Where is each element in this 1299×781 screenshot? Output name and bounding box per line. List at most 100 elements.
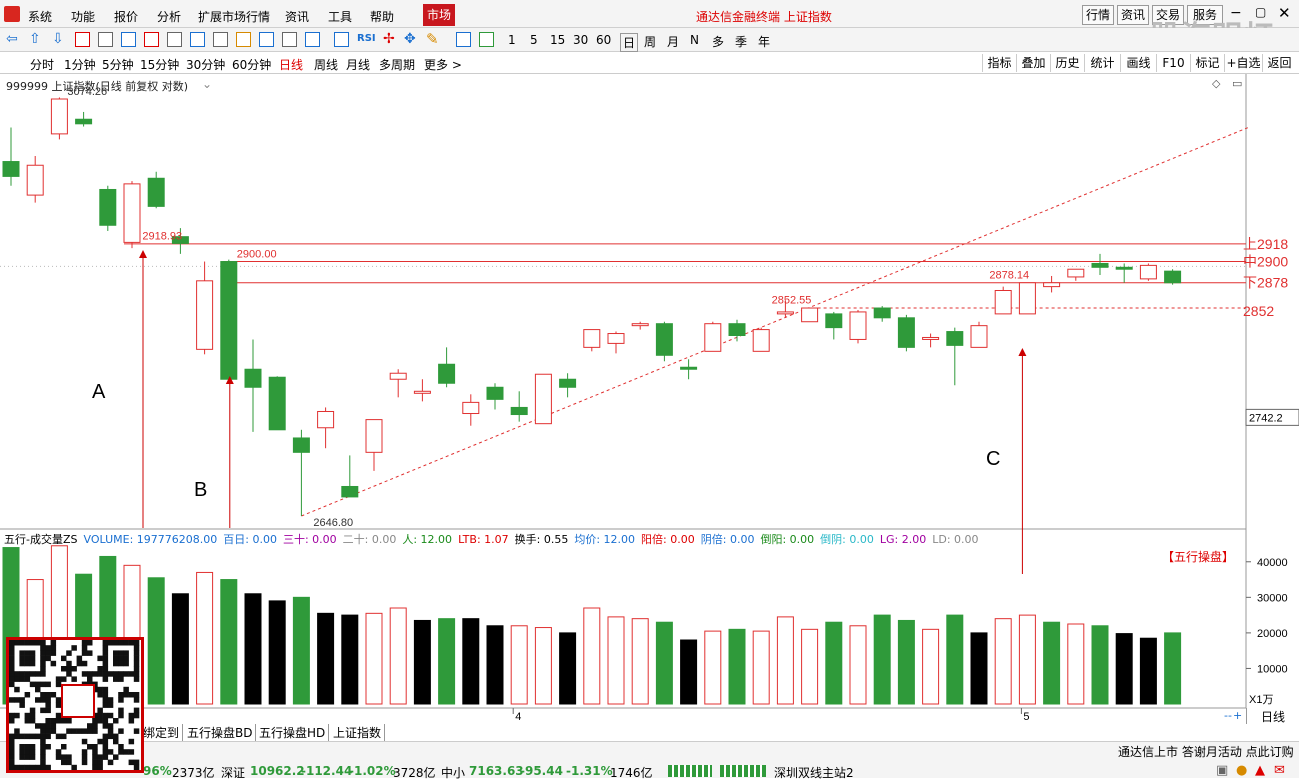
qr-module <box>29 671 36 677</box>
qr-module <box>19 660 25 667</box>
volume-bar-30 <box>728 628 746 705</box>
qr-module <box>133 645 140 651</box>
qr-module <box>118 655 124 662</box>
qr-module <box>40 681 46 688</box>
qr-module <box>118 744 124 750</box>
volume-bar-38 <box>922 628 940 705</box>
volume-bar-9 <box>220 579 238 705</box>
sz-change: -112.44 <box>301 764 353 778</box>
candle-body-33 <box>801 307 819 323</box>
qr-module <box>128 692 135 698</box>
x-tick-label-1: 5 <box>1023 711 1029 723</box>
candle-body-28 <box>680 366 698 370</box>
qr-module <box>81 650 88 656</box>
qr-module <box>97 712 103 719</box>
zoom-in-icon[interactable]: + <box>1233 709 1242 722</box>
candle-body-44 <box>1067 268 1085 278</box>
qr-module <box>29 718 36 724</box>
qr-module <box>92 759 98 766</box>
qr-module <box>133 759 140 766</box>
zoom-out-icon[interactable]: -- <box>1224 709 1232 722</box>
qr-module <box>40 733 46 740</box>
candle-body-47 <box>1139 264 1157 280</box>
price-label-3: 2646.80 <box>313 517 353 529</box>
qr-module <box>40 666 46 672</box>
qr-module <box>107 733 114 740</box>
qr-module <box>24 764 31 771</box>
tab-shanghai-index[interactable]: 上证指数 <box>330 724 386 741</box>
qr-module <box>102 686 109 693</box>
candle-body-42 <box>1018 282 1036 315</box>
bell-icon[interactable]: ● <box>1236 763 1247 778</box>
sh-pct: 96% <box>143 764 172 778</box>
qr-module <box>107 759 114 766</box>
qr-module <box>35 681 41 688</box>
volinfo-item-9: 阳倍: 0.00 <box>641 533 695 546</box>
stock-chart[interactable]: 上2918 中2900 下2878 2852 3074.26 2918.93 2900.0… <box>0 0 1299 778</box>
candle-body-5 <box>123 183 141 243</box>
qr-module <box>97 692 103 698</box>
qr-module <box>102 712 109 719</box>
volume-bar-42 <box>1018 614 1036 705</box>
qr-module <box>24 692 31 698</box>
tab-wuxing-bd[interactable]: 五行操盘BD <box>184 724 257 741</box>
volume-indicator-info: 五行-成交量ZS VOLUME: 197776208.00 百日: 0.00 三十: … <box>4 531 985 547</box>
promo-notice[interactable]: 通达信上市 答谢月活动 点此订购 <box>1118 743 1294 760</box>
qr-module <box>45 692 51 698</box>
qr-module <box>107 671 114 677</box>
price-label-0: 3074.26 <box>67 86 107 98</box>
qr-module <box>55 749 62 755</box>
volume-bar-14 <box>341 614 359 705</box>
server-name[interactable]: 深圳双线主站2 <box>774 764 854 781</box>
qr-module <box>45 718 51 724</box>
qr-module <box>14 640 20 646</box>
qr-module <box>102 749 109 755</box>
qr-module <box>102 671 109 677</box>
qr-module <box>118 712 124 719</box>
qr-module <box>102 754 109 760</box>
qr-module <box>50 640 57 646</box>
qr-module <box>123 655 129 662</box>
qr-module <box>113 655 119 662</box>
volume-bar-31 <box>752 630 770 705</box>
qr-module <box>29 754 36 760</box>
qr-module <box>35 764 41 771</box>
qr-module <box>9 645 15 651</box>
qr-module <box>113 718 119 724</box>
qr-module <box>107 697 114 703</box>
qr-module <box>133 707 140 714</box>
qr-module <box>66 718 72 724</box>
qr-module <box>107 702 114 708</box>
qr-module <box>35 671 41 677</box>
qr-module <box>102 666 109 672</box>
candle-body-35 <box>849 311 867 340</box>
vol-unit-label: X1万 <box>1249 694 1273 706</box>
candle-body-4 <box>99 188 117 226</box>
volinfo-item-5: 人: 12.00 <box>402 533 453 546</box>
period-indicator[interactable]: 日线 <box>1246 708 1299 724</box>
qr-module <box>29 744 36 750</box>
candle-body-10 <box>244 368 262 388</box>
candle-body-24 <box>583 329 601 348</box>
volume-bar-20 <box>486 625 504 705</box>
volume-bar-6 <box>147 577 165 705</box>
message-icon[interactable]: ✉ <box>1274 763 1285 778</box>
qr-module <box>97 666 103 672</box>
tab-bind-to[interactable]: 绑定到 <box>140 724 184 741</box>
support-line-label-1: 中2900 <box>1243 254 1288 270</box>
lock-icon[interactable]: ▣ <box>1216 763 1228 778</box>
qr-module <box>97 718 103 724</box>
qr-module <box>40 744 46 750</box>
qr-module <box>123 640 129 646</box>
tab-wuxing-hd[interactable]: 五行操盘HD <box>256 724 330 741</box>
qr-module <box>133 640 140 646</box>
qr-module <box>92 749 98 755</box>
candle-body-18 <box>438 363 456 384</box>
alert-icon[interactable]: ▲ <box>1255 763 1265 778</box>
qr-module <box>118 676 124 682</box>
market-breadth-bar-2 <box>720 765 766 777</box>
qr-module <box>118 650 124 656</box>
volinfo-item-8: 均价: 12.00 <box>574 533 636 546</box>
qr-module <box>45 723 51 729</box>
annotation-label-1: B <box>194 479 207 501</box>
